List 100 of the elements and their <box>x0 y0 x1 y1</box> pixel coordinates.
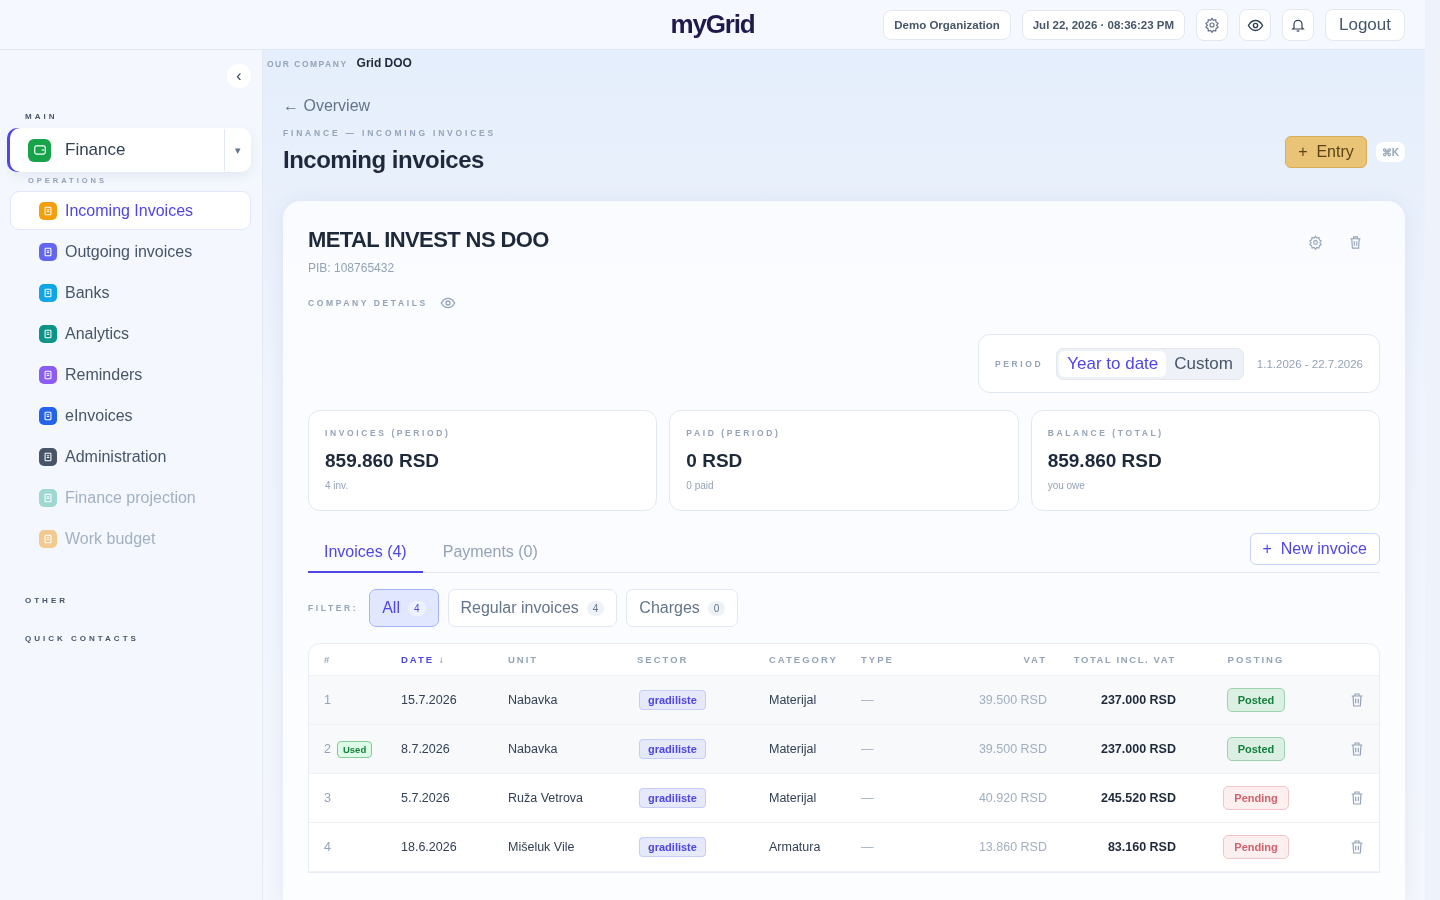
status-badge: Posted <box>1226 737 1286 761</box>
sidebar-item-label: Banks <box>65 283 110 302</box>
tab[interactable]: Invoices (4) <box>308 536 423 573</box>
table-row[interactable]: 4 18.6.2026 Mišeluk Vile gradiliste Armatura — 13.860 RSD 83.160 RSD Pending <box>309 823 1379 872</box>
company-name: Grid DOO <box>356 56 412 70</box>
shortcut-hint: ⌘K <box>1375 142 1405 162</box>
sidebar-item[interactable]: Outgoing invoices <box>10 232 251 271</box>
filter-chip[interactable]: All 4 <box>369 589 439 627</box>
eye-icon[interactable] <box>439 295 456 311</box>
table-cell-text: — <box>861 791 875 805</box>
sidebar-item[interactable]: Reminders <box>10 355 251 394</box>
stat-note: you owe <box>1047 480 1086 491</box>
table-cell-text: 83.160 RSD <box>1106 840 1176 854</box>
status-badge: Posted <box>1226 688 1286 712</box>
visibility-button[interactable] <box>1239 9 1271 41</box>
row-number: 2 <box>324 742 331 756</box>
notifications-button[interactable] <box>1282 9 1314 41</box>
back-link[interactable]: ← Overview <box>283 97 371 115</box>
table-row[interactable]: 3 5.7.2026 Ruža Vetrova gradiliste Materijal — 40.920 RSD 245.520 RSD Pending <box>309 774 1379 823</box>
column-header[interactable]: DATE ↓ <box>401 654 508 665</box>
entry-button[interactable]: + Entry <box>1285 136 1367 168</box>
trash-icon[interactable] <box>1349 741 1365 757</box>
table-cell-text: 8.7.2026 <box>401 742 451 756</box>
trash-icon[interactable] <box>1349 839 1365 855</box>
table-cell-text: Materijal <box>769 791 818 805</box>
count-badge: 4 <box>586 600 605 616</box>
table-cell-text: 5.7.2026 <box>401 791 451 805</box>
sidebar-item[interactable]: Administration <box>10 437 251 476</box>
filter-label: FILTER: <box>308 603 359 613</box>
wallet-icon <box>28 138 51 162</box>
filter-chip-label: All <box>382 599 400 617</box>
stat-value: 859.860 RSD <box>325 450 441 472</box>
app-logo: myGrid <box>670 9 755 40</box>
section-label: OTHER <box>25 596 69 605</box>
settings-icon <box>1204 17 1220 33</box>
table-cell-text: — <box>861 693 875 707</box>
sidebar-item[interactable]: Banks <box>10 273 251 312</box>
new-invoice-button[interactable]: + New invoice <box>1249 533 1380 565</box>
table-cell-text: 18.6.2026 <box>401 840 458 854</box>
sidebar-item-label: Finance projection <box>65 488 196 507</box>
company-label: OUR COMPANY <box>267 59 348 69</box>
settings-button[interactable] <box>1196 9 1228 41</box>
supplier-name: METAL INVEST NS DOO <box>308 227 549 253</box>
sidebar-item[interactable]: eInvoices <box>10 396 251 435</box>
stat-label: PAID (PERIOD) <box>686 428 782 438</box>
filter-chip-label: Charges <box>639 599 700 617</box>
table-cell-text: 39.500 RSD <box>977 693 1047 707</box>
module-name: Finance <box>65 140 127 160</box>
trash-icon[interactable] <box>1348 235 1363 250</box>
stat-label: BALANCE (TOTAL) <box>1047 428 1165 438</box>
bell-icon <box>1290 17 1306 33</box>
page-title: Incoming invoices <box>283 146 485 174</box>
breadcrumb: FINANCE — INCOMING INVOICES <box>283 128 497 138</box>
filter-chip[interactable]: Regular invoices 4 <box>447 589 618 627</box>
section-label: MAIN <box>25 112 59 121</box>
filter-chip-label: Regular invoices <box>460 599 579 617</box>
table-cell-text: 237.000 RSD <box>1099 742 1176 756</box>
sidebar-item[interactable]: Analytics <box>10 314 251 353</box>
table-cell-text: Nabavka <box>508 693 559 707</box>
module-selector[interactable]: Finance ▾ <box>10 128 251 172</box>
trash-icon[interactable] <box>1349 692 1365 708</box>
sector-tag: gradiliste <box>639 739 706 759</box>
sector-tag: gradiliste <box>639 788 706 808</box>
count-badge: 4 <box>407 600 426 616</box>
sidebar-item-label: Administration <box>65 447 167 466</box>
settings-icon[interactable] <box>1308 235 1323 250</box>
supplier-pib: PIB: 108765432 <box>308 261 396 275</box>
datetime-chip: Jul 22, 2026 · 08:36:23 PM <box>1021 10 1185 40</box>
sidebar-item[interactable]: Incoming Invoices <box>10 191 251 230</box>
details-label: COMPANY DETAILS <box>308 298 428 308</box>
row-number: 3 <box>324 791 331 805</box>
period-option[interactable]: Custom <box>1166 350 1241 377</box>
used-badge: Used <box>336 740 373 758</box>
organization-chip[interactable]: Demo Organization <box>883 10 1011 40</box>
sidebar-item-label: Reminders <box>65 365 143 384</box>
table-cell-text: Armatura <box>769 840 822 854</box>
section-label: QUICK CONTACTS <box>25 634 140 643</box>
row-number: 1 <box>324 693 331 707</box>
table-row[interactable]: 2 Used 8.7.2026 Nabavka gradiliste Materijal — 39.500 RSD 237.000 RSD Posted <box>309 725 1379 774</box>
table-cell-text: 15.7.2026 <box>401 693 458 707</box>
period-label: PERIOD <box>995 358 1044 369</box>
table-row[interactable]: 1 15.7.2026 Nabavka gradiliste Materijal — 39.500 RSD 237.000 RSD Posted <box>309 676 1379 725</box>
collapse-sidebar-button[interactable]: ‹ <box>227 64 251 88</box>
sidebar-item-label: Analytics <box>65 324 130 343</box>
table-cell-text: Materijal <box>769 693 818 707</box>
table-cell-text: 40.920 RSD <box>977 791 1047 805</box>
trash-icon[interactable] <box>1349 790 1365 806</box>
stat-value: 859.860 RSD <box>1047 450 1163 472</box>
sector-tag: gradiliste <box>639 690 706 710</box>
status-badge: Pending <box>1223 786 1289 810</box>
table-cell-text: 237.000 RSD <box>1099 693 1176 707</box>
logout-button[interactable]: Logout <box>1325 9 1405 41</box>
count-badge: 0 <box>707 600 726 616</box>
period-range: 1.1.2026 - 22.7.2026 <box>1256 357 1363 370</box>
sidebar-item-label: Outgoing invoices <box>65 242 193 261</box>
filter-chip[interactable]: Charges 0 <box>626 589 739 627</box>
period-option[interactable]: Year to date <box>1059 350 1167 377</box>
table-cell-text: — <box>861 742 875 756</box>
table-cell-text: 245.520 RSD <box>1099 791 1176 805</box>
table-cell-text: Materijal <box>769 742 818 756</box>
